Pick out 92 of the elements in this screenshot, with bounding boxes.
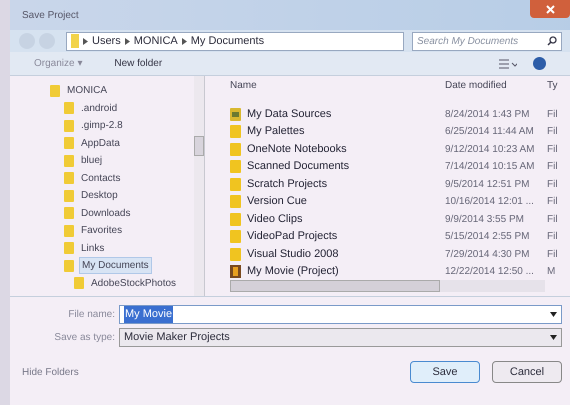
tree-item[interactable]: .android [79, 100, 120, 116]
tree-item[interactable]: .gimp-2.8 [79, 118, 125, 134]
file-name[interactable]: Scratch Projects [247, 176, 328, 192]
column-header[interactable]: Ty [547, 78, 570, 94]
file-name[interactable]: OneNote Notebooks [247, 140, 347, 158]
film-icon [230, 265, 241, 278]
tree-item[interactable]: My Documents [79, 257, 152, 274]
chevron-icon [124, 38, 130, 44]
tree-item[interactable]: Contacts [79, 170, 122, 186]
folder-icon [230, 212, 241, 226]
folder-icon [230, 142, 241, 156]
file-name[interactable]: My Movie (Project) [247, 263, 339, 280]
folder-icon [74, 277, 84, 290]
folder-icon [64, 224, 74, 237]
file-name-field[interactable]: My Movie [119, 305, 562, 324]
chevron-icon [182, 38, 187, 44]
file-name[interactable]: Scanned Documents [247, 158, 350, 175]
folder-icon [64, 242, 74, 254]
folder-icon [230, 195, 241, 208]
type-cell-text: Fil [547, 142, 558, 157]
horizontal-scrollbar[interactable] [230, 280, 545, 292]
tree-item[interactable]: Downloads [79, 206, 132, 221]
folder-icon [230, 160, 241, 174]
scrollbar[interactable] [194, 76, 204, 296]
type-cell-text: Fil [547, 230, 558, 244]
folder-icon [230, 125, 241, 138]
type-cell-text: Fil [547, 125, 558, 140]
folder-icon [71, 34, 79, 48]
folder-icon [230, 108, 241, 121]
tree-item[interactable]: Links [79, 240, 106, 256]
folder-icon [64, 207, 74, 220]
folder-icon [230, 248, 241, 261]
date-cell-text: 8/24/2014 1:43 PM [445, 108, 530, 122]
type-cell-text: Fil [547, 178, 558, 192]
column-header[interactable]: Date modified [445, 78, 547, 94]
folder-icon [64, 172, 74, 184]
view-icon[interactable] [499, 58, 517, 68]
window-title: Save Project [22, 8, 79, 22]
date-cell-text: 9/12/2014 10:23 AM [445, 142, 535, 157]
dropdown-arrow-icon [550, 335, 557, 340]
save-button[interactable]: Save [410, 361, 480, 383]
file-name[interactable]: Visual Studio 2008 [247, 246, 339, 262]
date-cell-text: 10/16/2014 12:01 ... [445, 195, 534, 210]
folder-icon [230, 178, 241, 191]
path-segment[interactable]: MONICA [134, 32, 178, 50]
save-type-label: Save as type: [53, 331, 115, 345]
type-cell-text: Fil [547, 212, 558, 227]
date-cell-text: 12/22/2014 12:50 ... [445, 265, 534, 280]
folder-icon [64, 137, 74, 150]
path-segment[interactable]: Users [92, 32, 121, 50]
address-field[interactable]: Users MONICA My Documents [66, 32, 404, 50]
folder-icon [64, 102, 74, 114]
column-header[interactable]: Name [230, 78, 445, 94]
type-cell-text: Fil [547, 160, 558, 174]
tree-item[interactable]: bluej [79, 153, 104, 168]
file-name[interactable]: My Data Sources [247, 106, 332, 122]
file-name-label: File name: [67, 308, 115, 322]
date-cell-text: 5/15/2014 2:55 PM [445, 230, 530, 244]
tree-item[interactable]: Favorites [79, 223, 124, 238]
folder-icon [230, 230, 241, 244]
save-type-dropdown[interactable]: Movie Maker Projects [119, 328, 562, 347]
cancel-button[interactable]: Cancel [492, 361, 562, 383]
search-icon [547, 36, 557, 46]
file-name[interactable]: Video Clips [247, 210, 302, 228]
date-cell-text: 7/29/2014 4:30 PM [445, 248, 530, 262]
folder-icon [64, 154, 74, 167]
type-cell-text: Fil [547, 108, 558, 122]
file-name[interactable]: VideoPad Projects [247, 228, 338, 245]
close-button[interactable] [530, 0, 570, 18]
date-cell-text: 9/9/2014 3:55 PM [445, 212, 524, 227]
dropdown-arrow-icon [550, 312, 557, 317]
tree-item[interactable]: Desktop [79, 188, 120, 204]
close-icon [546, 4, 554, 14]
tree-item[interactable]: MONICA [65, 83, 109, 98]
tree-item[interactable]: AppData [79, 136, 122, 151]
date-cell-text: 9/5/2014 12:51 PM [445, 178, 530, 192]
file-name[interactable]: Version Cue [247, 193, 307, 210]
chevron-icon [83, 38, 88, 44]
date-cell-text: 6/25/2014 11:44 AM [445, 125, 534, 140]
file-name[interactable]: My Palettes [247, 123, 304, 140]
new-folder-button[interactable]: New folder [114, 56, 162, 71]
folder-icon [64, 120, 74, 132]
tree-item[interactable]: AdobeStockPhotos [89, 276, 178, 291]
type-cell-text: Fil [547, 195, 558, 210]
type-cell-text: M [547, 265, 556, 280]
folder-icon [50, 84, 60, 97]
folder-icon [64, 260, 74, 272]
path-segment[interactable]: My Documents [190, 32, 264, 50]
folder-icon [64, 190, 74, 202]
type-cell-text: Fil [547, 248, 558, 262]
hide-folders-button[interactable]: Hide Folders [22, 364, 79, 380]
date-cell-text: 7/14/2014 10:15 AM [445, 160, 535, 174]
